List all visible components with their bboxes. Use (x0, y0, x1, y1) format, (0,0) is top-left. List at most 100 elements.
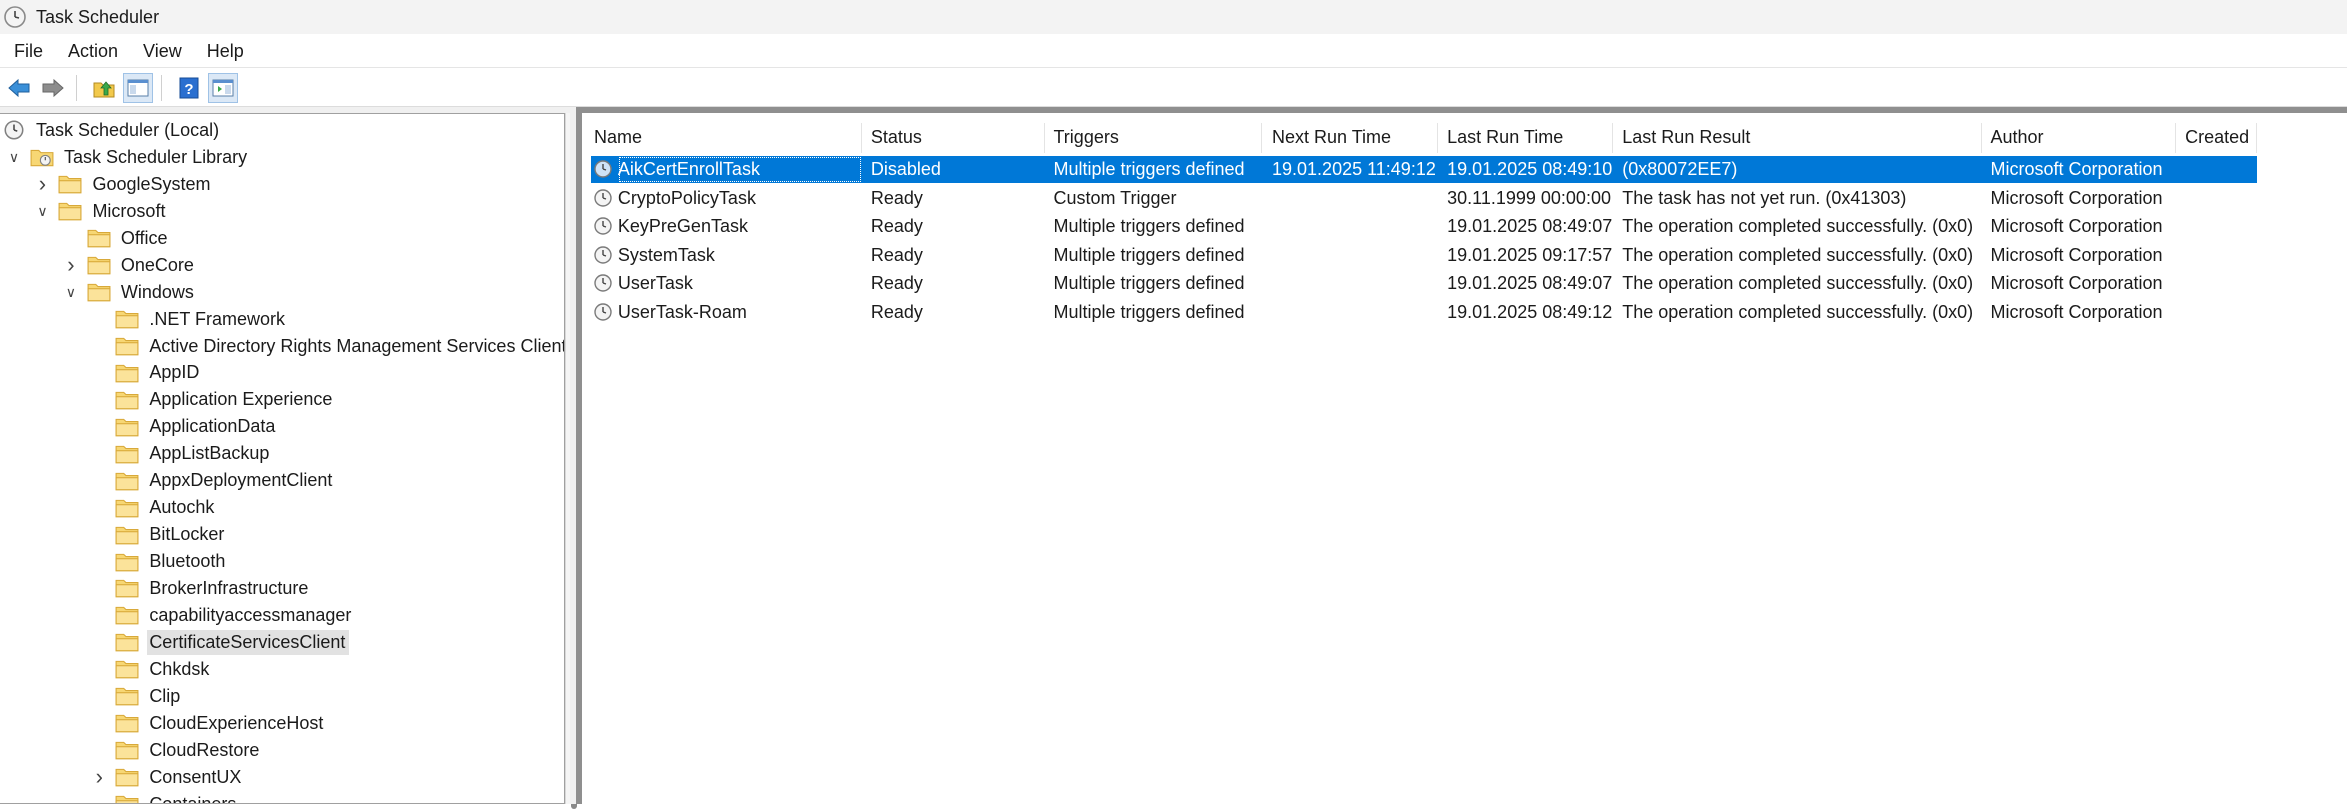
cell-author: Microsoft Corporation (1990, 216, 2163, 237)
tree-item-label: CloudRestore (149, 739, 260, 760)
table-row[interactable]: CryptoPolicyTask Ready Custom Trigger 30.11… (591, 185, 2257, 212)
show-hide-action-pane-button[interactable] (208, 72, 238, 103)
folder-icon (115, 472, 139, 490)
toolbar-separator (76, 74, 77, 101)
cell-created (2185, 299, 2257, 326)
tree-item[interactable]: CertificateServicesClient (89, 629, 350, 656)
cell-triggers: Multiple triggers defined (1053, 216, 1245, 237)
tree-item[interactable]: Containers (89, 791, 240, 803)
table-row[interactable]: UserTask Ready Multiple triggers defined 19… (591, 270, 2257, 297)
cell-author: Microsoft Corporation (1990, 159, 2163, 180)
tree-item[interactable]: Task Scheduler (Local) (2, 117, 223, 144)
tree-item-label: AppID (149, 362, 200, 383)
cell-next-run (1272, 185, 1438, 212)
tree-item[interactable]: AppxDeploymentClient (89, 467, 336, 494)
cell-author: Microsoft Corporation (1990, 244, 2163, 265)
chevron-right-icon[interactable]: › (89, 764, 109, 789)
menu-action[interactable]: Action (53, 34, 128, 68)
console-tree: Task Scheduler (Local) ∨ Task Scheduler Li… (0, 113, 565, 804)
forward-button[interactable] (38, 73, 68, 103)
tree-item[interactable]: Autochk (89, 494, 218, 521)
folder-icon (115, 607, 139, 625)
column-header-triggers[interactable]: Triggers (1045, 123, 1262, 154)
tree-item[interactable]: Active Directory Rights Management Servi… (89, 333, 565, 360)
task-clock-icon (594, 217, 612, 235)
column-header-name[interactable]: Name (586, 123, 862, 154)
column-header-status[interactable]: Status (863, 123, 1045, 154)
folder-icon (115, 741, 139, 760)
cell-status: Disabled (870, 159, 941, 180)
tree-item-label: ApplicationData (149, 416, 276, 437)
tree-item[interactable]: CloudExperienceHost (89, 710, 327, 737)
tree-item[interactable]: .NET Framework (89, 306, 289, 333)
back-button[interactable] (4, 73, 34, 103)
cell-last-run: 30.11.1999 00:00:00 (1447, 187, 1611, 208)
folder-icon (115, 364, 139, 383)
table-row[interactable]: UserTask-Roam Ready Multiple triggers defi… (591, 299, 2257, 326)
task-list: Name Status Triggers Next Run Time Last Run … (582, 113, 2347, 804)
tree-item[interactable]: AppID (89, 359, 203, 386)
task-scheduler-app-icon (4, 6, 26, 28)
tree-item[interactable]: BrokerInfrastructure (89, 575, 312, 602)
tree-item[interactable]: CloudRestore (89, 737, 263, 764)
tree-item[interactable]: ∨ Microsoft (32, 198, 169, 225)
tree-item-label: Application Experience (149, 389, 333, 410)
tree-item[interactable]: › OneCore (61, 252, 198, 279)
tree-item[interactable]: Bluetooth (89, 548, 229, 575)
column-header-created[interactable]: Created (2177, 123, 2257, 154)
forward-arrow-icon (42, 78, 64, 97)
task-clock-icon (594, 302, 612, 321)
tree-item[interactable]: › GoogleSystem (32, 171, 214, 198)
cell-result: The operation completed successfully. (0… (1622, 273, 1974, 294)
tree-item[interactable]: AppListBackup (89, 440, 273, 467)
column-header-last-run-result[interactable]: Last Run Result (1614, 123, 1982, 154)
help-button[interactable]: ? (174, 73, 204, 103)
column-header-last-run-time[interactable]: Last Run Time (1439, 123, 1614, 154)
table-row[interactable]: AikCertEnrollTask Disabled Multiple trigge… (590, 156, 2257, 184)
tree-item-label: Active Directory Rights Management Servi… (149, 335, 565, 356)
folder-icon (115, 688, 139, 706)
chevron-down-icon[interactable]: ∨ (32, 203, 52, 219)
folder-icon (115, 391, 139, 410)
tree-item[interactable]: ∨ Task Scheduler Library (4, 144, 251, 171)
tree-item[interactable]: › ConsentUX (89, 764, 245, 791)
chevron-down-icon[interactable]: ∨ (61, 284, 81, 300)
show-hide-console-tree-button[interactable] (123, 72, 153, 103)
tree-item[interactable]: Chkdsk (89, 656, 213, 683)
cell-status: Ready (870, 301, 923, 322)
column-header-next-run-time[interactable]: Next Run Time (1264, 123, 1439, 154)
tree-item[interactable]: ApplicationData (89, 413, 279, 440)
tree-item[interactable]: capabilityaccessmanager (89, 602, 355, 629)
tree-item[interactable]: Application Experience (89, 386, 336, 413)
chevron-down-icon[interactable]: ∨ (4, 149, 24, 165)
tree-item[interactable]: BitLocker (89, 521, 228, 548)
up-one-level-button[interactable] (89, 73, 119, 103)
menu-view[interactable]: View (128, 34, 192, 68)
table-row[interactable]: KeyPreGenTask Ready Multiple triggers defi… (591, 213, 2257, 240)
cell-result: The operation completed successfully. (0… (1622, 244, 1974, 265)
column-header-author[interactable]: Author (1982, 123, 2177, 154)
table-row[interactable]: SystemTask Ready Multiple triggers defined… (591, 242, 2257, 269)
folder-icon (115, 580, 139, 598)
tree-item-label: CertificateServicesClient (147, 629, 350, 655)
svg-text:?: ? (184, 81, 193, 98)
tree-item[interactable]: ∨ Windows (61, 279, 198, 306)
tree-item[interactable]: Office (61, 225, 172, 252)
toolbar-separator (161, 74, 162, 101)
task-clock-icon (594, 160, 612, 179)
chevron-right-icon[interactable]: › (32, 171, 52, 196)
tree-item[interactable]: Clip (89, 683, 184, 710)
chevron-right-icon[interactable]: › (61, 252, 81, 277)
cell-author: Microsoft Corporation (1990, 187, 2163, 208)
menu-file[interactable]: File (0, 34, 53, 68)
menu-help[interactable]: Help (192, 34, 254, 68)
